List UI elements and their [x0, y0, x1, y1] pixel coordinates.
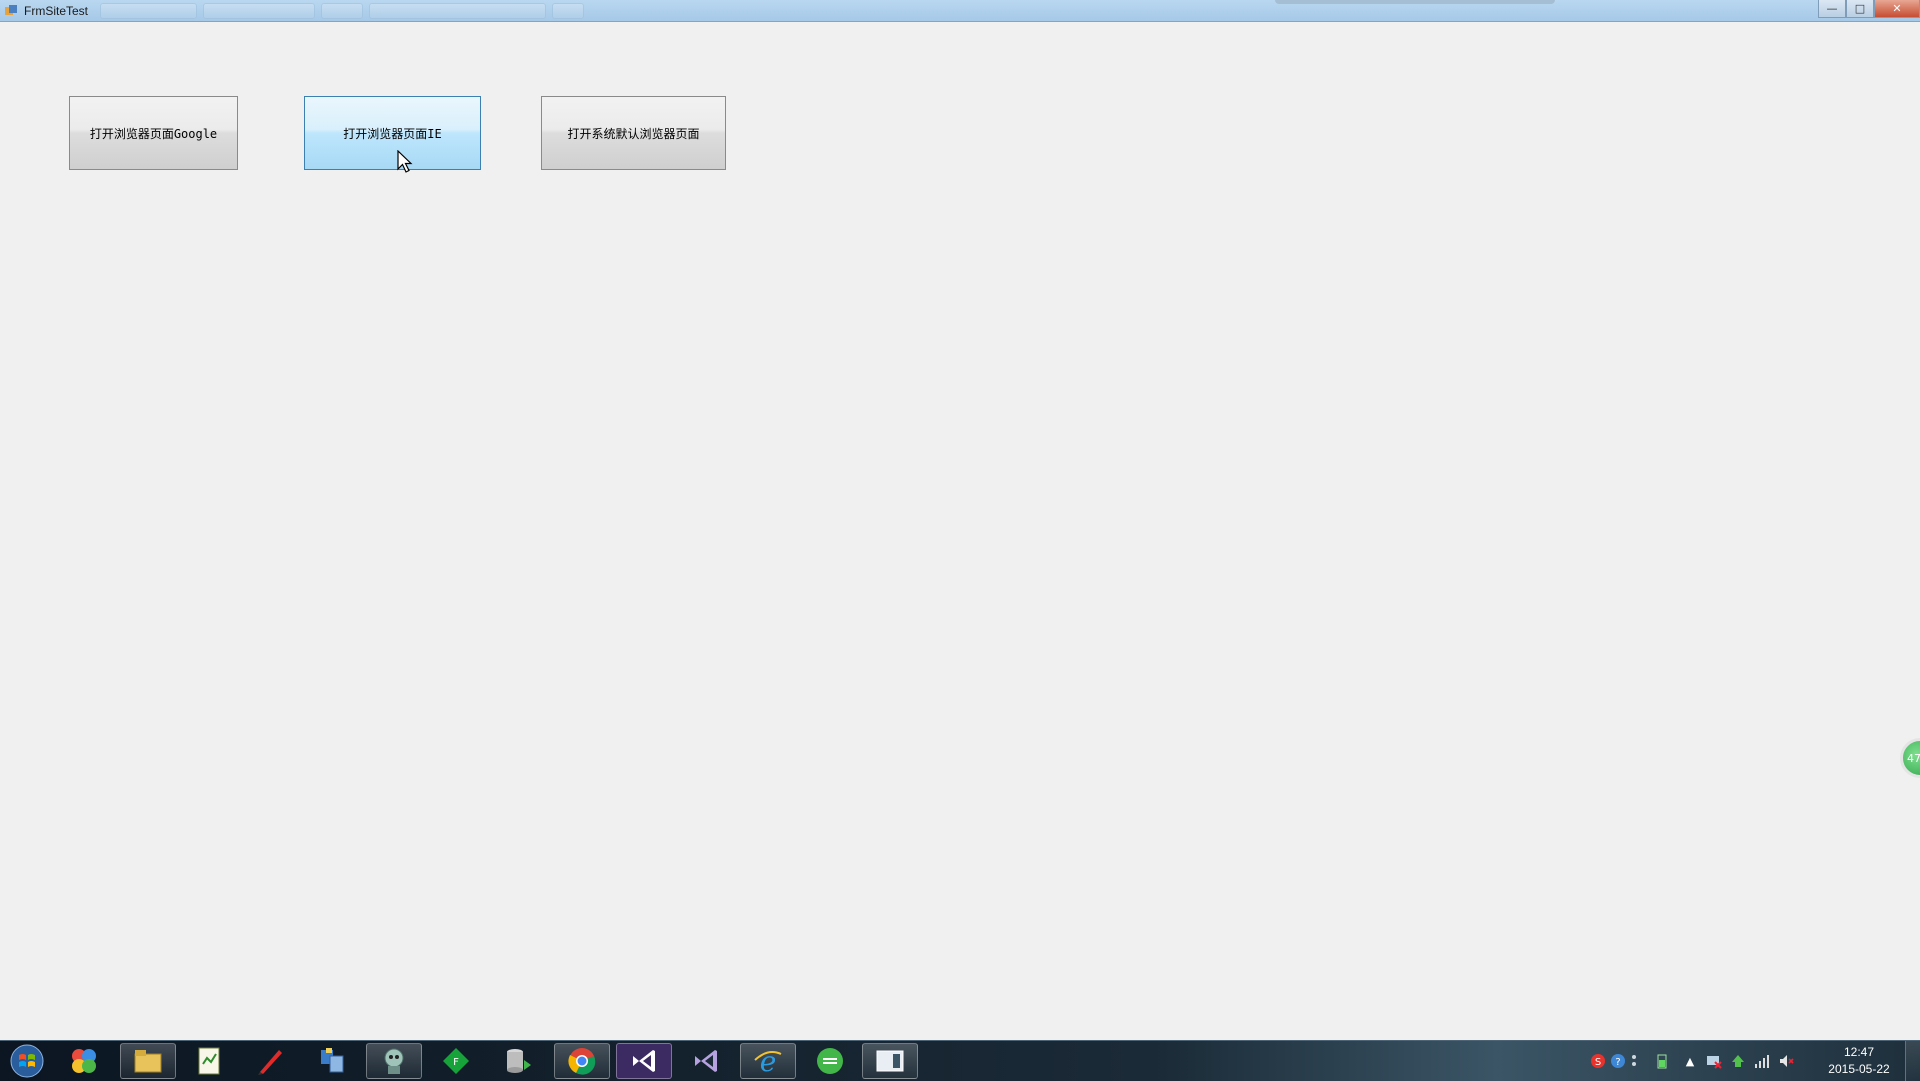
- file-explorer-icon[interactable]: [120, 1043, 176, 1079]
- network-app-icon[interactable]: [304, 1043, 360, 1079]
- svg-text:F: F: [453, 1057, 459, 1068]
- background-tabs: [100, 2, 585, 19]
- app-icon: [4, 4, 18, 18]
- security-app-icon[interactable]: [1730, 1053, 1746, 1069]
- floating-status-ball[interactable]: 47: [1900, 738, 1920, 778]
- battery-icon[interactable]: [1654, 1053, 1670, 1069]
- minimize-button[interactable]: —: [1818, 0, 1846, 18]
- svg-text:?: ?: [1615, 1057, 1620, 1068]
- chrome-icon[interactable]: [554, 1043, 610, 1079]
- open-default-browser-button[interactable]: 打开系统默认浏览器页面: [541, 96, 726, 170]
- window-app-icon[interactable]: [862, 1043, 918, 1079]
- keyboard-settings-icon[interactable]: [1626, 1053, 1642, 1069]
- mouse-cursor-icon: [397, 150, 413, 173]
- network-warning-icon[interactable]: [1706, 1053, 1722, 1069]
- windows-start-icon: [10, 1044, 44, 1078]
- refresh-app-icon[interactable]: [802, 1043, 858, 1079]
- taskbar: F e S ? ▲ 12:47 2015-05-22: [0, 1040, 1920, 1081]
- open-default-browser-label: 打开系统默认浏览器页面: [567, 126, 700, 141]
- pinwheel-app-icon[interactable]: [56, 1043, 112, 1079]
- open-ie-browser-label: 打开浏览器页面IE: [343, 126, 442, 141]
- maximize-button[interactable]: □: [1846, 0, 1874, 18]
- sogou-input-icon[interactable]: S: [1590, 1053, 1606, 1069]
- visual-studio-alt-icon[interactable]: [678, 1043, 734, 1079]
- open-google-browser-label: 打开浏览器页面Google: [89, 126, 218, 141]
- floating-status-text: 47: [1907, 751, 1920, 765]
- green-diamond-app-icon[interactable]: F: [428, 1043, 484, 1079]
- pen-icon[interactable]: [242, 1043, 298, 1079]
- notepad-icon[interactable]: [181, 1043, 237, 1079]
- show-desktop-button[interactable]: [1905, 1041, 1920, 1081]
- robot-app-icon[interactable]: [366, 1043, 422, 1079]
- close-button[interactable]: ✕: [1874, 0, 1920, 18]
- volume-muted-icon[interactable]: [1778, 1053, 1794, 1069]
- open-google-browser-button[interactable]: 打开浏览器页面Google: [69, 96, 238, 170]
- clock-date: 2015-05-22: [1828, 1062, 1890, 1076]
- start-button[interactable]: [5, 1043, 49, 1079]
- show-hidden-icons-icon[interactable]: ▲: [1682, 1053, 1698, 1069]
- signal-strength-icon[interactable]: [1754, 1053, 1770, 1069]
- background-glow: [1275, 0, 1555, 4]
- title-bar[interactable]: FrmSiteTest — □ ✕: [0, 0, 1920, 22]
- visual-studio-icon[interactable]: [616, 1043, 672, 1079]
- svg-text:S: S: [1595, 1057, 1601, 1068]
- help-icon[interactable]: ?: [1610, 1053, 1626, 1069]
- database-app-icon[interactable]: [490, 1043, 546, 1079]
- svg-text:e: e: [760, 1046, 777, 1076]
- internet-explorer-icon[interactable]: e: [740, 1043, 796, 1079]
- window-title: FrmSiteTest: [24, 3, 89, 18]
- taskbar-clock[interactable]: 12:47 2015-05-22: [1824, 1044, 1894, 1078]
- clock-time: 12:47: [1843, 1045, 1875, 1059]
- open-ie-browser-button[interactable]: 打开浏览器页面IE: [304, 96, 481, 170]
